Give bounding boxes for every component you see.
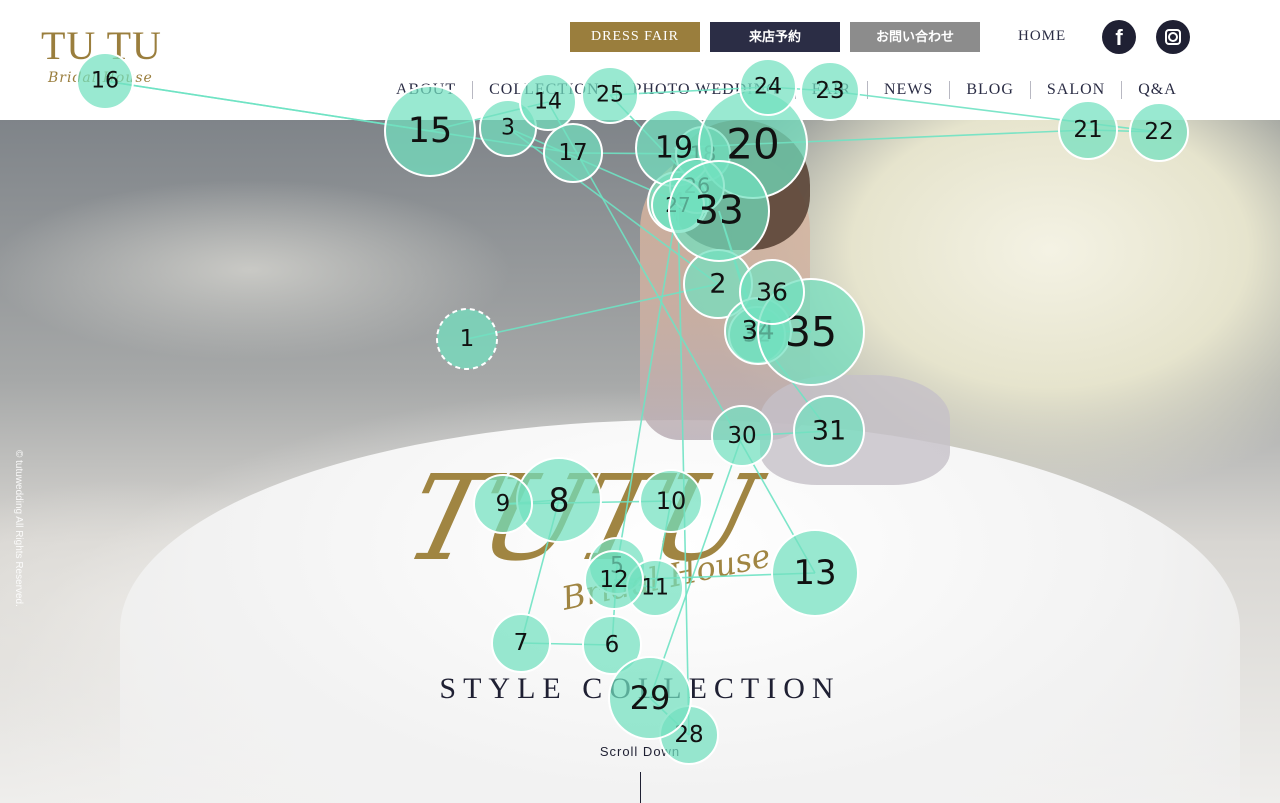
copyright-text: © tutuwedding All Rights Reserved.	[13, 450, 24, 607]
nav-item-news[interactable]: NEWS	[867, 81, 949, 99]
scroll-down-link[interactable]: Scroll Down	[0, 744, 1280, 759]
nav-item-fair[interactable]: FAIR	[794, 81, 867, 99]
contact-button[interactable]: お問い合わせ	[850, 22, 980, 52]
home-link[interactable]: HOME	[1018, 28, 1066, 45]
nav-item-salon[interactable]: SALON	[1029, 81, 1121, 99]
instagram-icon[interactable]	[1156, 20, 1190, 54]
nav-item-collection[interactable]: COLLECTION	[472, 81, 615, 99]
scroll-down-line	[640, 772, 641, 803]
hero-title: STYLE COLLECTION	[439, 672, 841, 705]
reservation-button[interactable]: 来店予約	[710, 22, 840, 52]
facebook-icon[interactable]: f	[1102, 20, 1136, 54]
site-header: TU TU Bridal House DRESS FAIR 来店予約 お問い合わ…	[0, 0, 1280, 120]
nav-item-blog[interactable]: BLOG	[949, 81, 1030, 99]
facebook-glyph: f	[1115, 25, 1123, 50]
site-logo[interactable]: TU TU Bridal House	[40, 26, 170, 96]
hero-section: © tutuwedding All Rights Reserved. TUTU …	[0, 120, 1280, 803]
dress-fair-button[interactable]: DRESS FAIR	[570, 22, 700, 52]
logo-wordmark: TU TU	[41, 23, 162, 68]
global-nav: ABOUT COLLECTION PHOTO WEDDING FAIR NEWS…	[380, 78, 1193, 102]
instagram-lens	[1168, 32, 1178, 42]
nav-item-about[interactable]: ABOUT	[380, 81, 472, 99]
hero-photo-hair	[670, 120, 810, 250]
nav-item-photo-wedding[interactable]: PHOTO WEDDING	[615, 81, 795, 99]
hero-brand-script: TUTU Bridal House	[393, 449, 880, 618]
nav-item-qa[interactable]: Q&A	[1121, 81, 1193, 99]
logo-tagline: Bridal House	[48, 70, 153, 86]
